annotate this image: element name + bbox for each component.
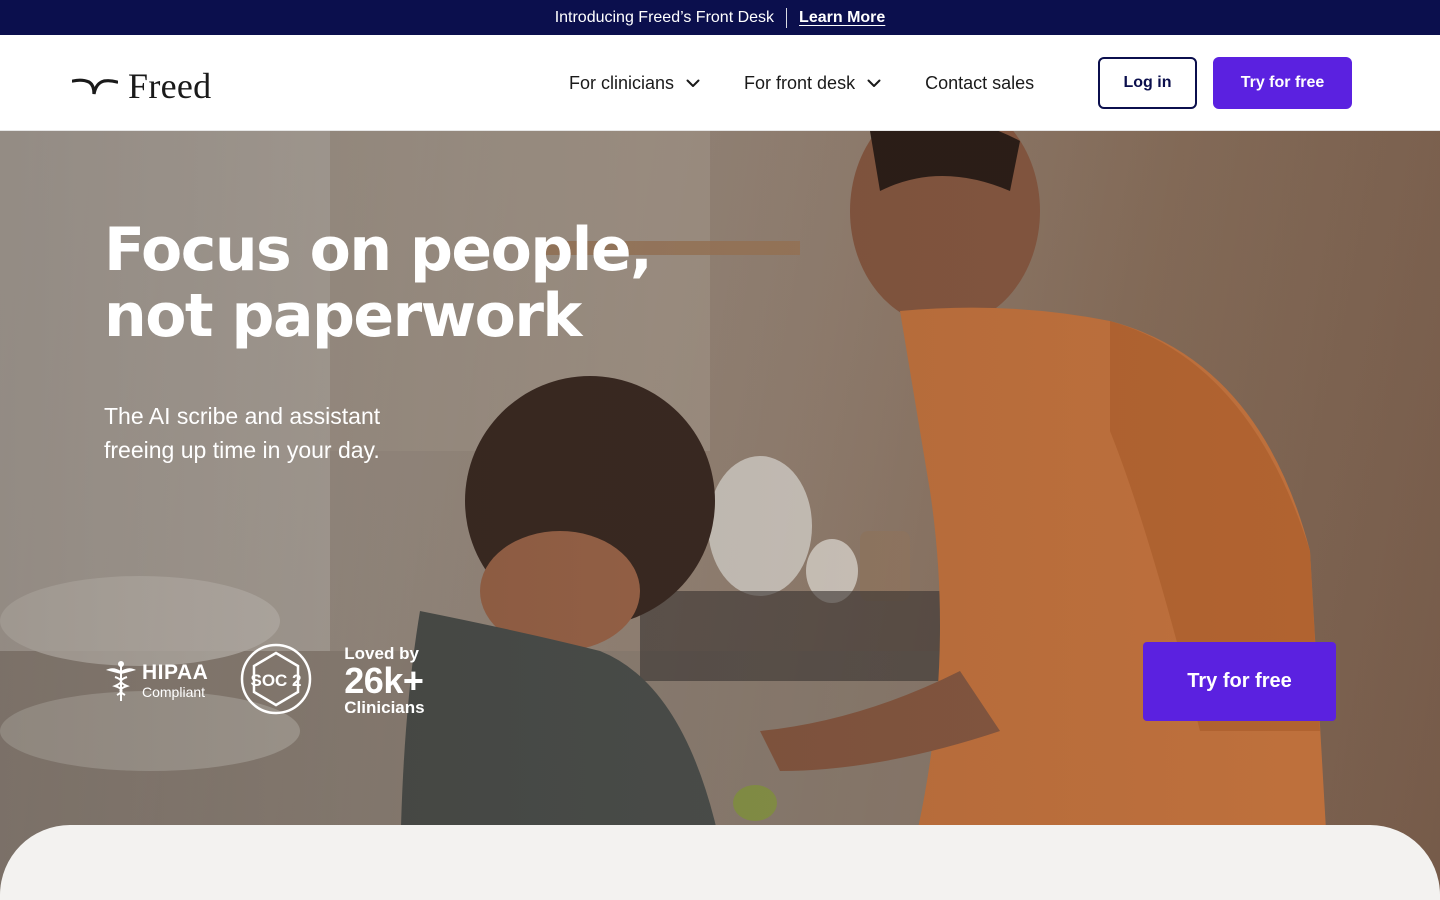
login-button[interactable]: Log in <box>1098 57 1197 109</box>
clinician-count: 26k+ <box>344 660 424 701</box>
hero-subheading: The AI scribe and assistant freeing up t… <box>104 399 484 467</box>
nav-label: For front desk <box>744 72 856 93</box>
logo-link[interactable]: Freed <box>72 65 211 107</box>
nav-label: For clinicians <box>569 72 675 93</box>
trust-badges: HIPAA Compliant SOC 2 Loved by 26k+ Clin… <box>104 643 425 719</box>
chevron-down-icon <box>686 79 700 87</box>
logo-text: Freed <box>128 66 212 106</box>
hero-section: Focus on people, not paperwork The AI sc… <box>0 131 1440 900</box>
announcement-divider <box>786 7 788 28</box>
hero-headline: Focus on people, not paperwork <box>104 217 724 349</box>
try-for-free-header-button[interactable]: Try for free <box>1213 57 1352 109</box>
nav-contact-sales[interactable]: Contact sales <box>925 73 1034 94</box>
soc2-label: SOC 2 <box>251 671 302 690</box>
nav-for-front-desk[interactable]: For front desk <box>744 73 881 94</box>
try-for-free-hero-button[interactable]: Try for free <box>1143 642 1336 721</box>
hipaa-label: HIPAA <box>142 661 209 684</box>
loved-by-badge: Loved by 26k+ Clinicians <box>344 644 424 718</box>
headline-line-1: Focus on people, <box>104 215 653 285</box>
clinicians-label: Clinicians <box>344 698 425 717</box>
soc2-badge: SOC 2 <box>240 643 312 720</box>
freed-logo-icon <box>72 78 118 95</box>
headline-line-2: not paperwork <box>104 281 582 351</box>
caduceus-icon <box>106 661 136 701</box>
learn-more-link[interactable]: Learn More <box>799 9 885 27</box>
chevron-down-icon <box>867 79 881 87</box>
announcement-text: Introducing Freed’s Front Desk <box>554 8 775 26</box>
next-section-top <box>0 825 1440 900</box>
soc2-hexagon-icon: SOC 2 <box>241 643 312 714</box>
nav-for-clinicians[interactable]: For clinicians <box>569 73 700 94</box>
subhead-line-1: The AI scribe and assistant <box>104 403 381 429</box>
announcement-bar: Introducing Freed’s Front Desk Learn Mor… <box>0 0 1440 35</box>
nav-label: Contact sales <box>925 72 1035 93</box>
subhead-line-2: freeing up time in your day. <box>104 437 380 463</box>
hipaa-badge: HIPAA Compliant <box>104 660 208 702</box>
hipaa-sublabel: Compliant <box>142 684 206 700</box>
site-header: Freed For clinicians For front desk Cont… <box>0 35 1440 131</box>
main-nav: For clinicians For front desk Contact sa… <box>569 35 1034 131</box>
